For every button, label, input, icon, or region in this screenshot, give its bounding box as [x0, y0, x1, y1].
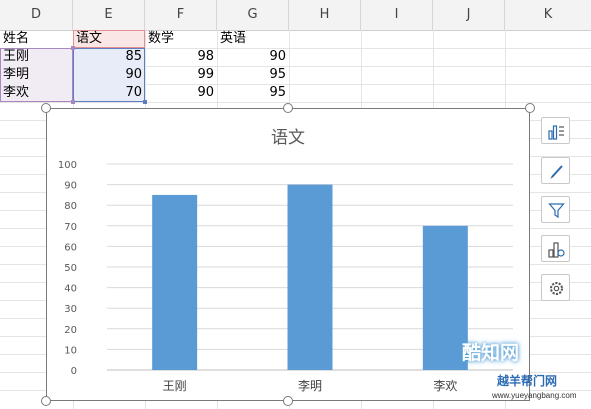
- chart-plot[interactable]: 0 10 20 30 40 50 60 70 80 90 100 王刚 李明 李欢: [47, 109, 529, 400]
- cell-e3[interactable]: 90: [73, 66, 145, 84]
- watermark-brand: 酷知网: [462, 342, 520, 364]
- cell-f2[interactable]: 98: [145, 48, 217, 66]
- chart-settings-button[interactable]: [541, 274, 570, 301]
- y-tick-label: 0: [71, 366, 77, 377]
- y-tick-label: 100: [58, 160, 77, 171]
- chart-style-button[interactable]: [541, 157, 570, 184]
- y-tick-label: 70: [64, 222, 77, 233]
- cell-e1[interactable]: 语文: [73, 30, 145, 48]
- y-tick-label: 30: [64, 304, 77, 315]
- cell-e2[interactable]: 85: [73, 48, 145, 66]
- cell-d3[interactable]: 李明: [0, 66, 73, 84]
- cell-g3[interactable]: 95: [217, 66, 289, 84]
- y-tick-label: 80: [64, 201, 77, 212]
- y-tick-label: 50: [64, 263, 77, 274]
- cell-g1[interactable]: 英语: [217, 30, 289, 48]
- chart-elements-icon: [548, 125, 564, 140]
- cell-d1[interactable]: 姓名: [0, 30, 73, 48]
- x-tick-label: 李欢: [433, 378, 457, 393]
- cell-e4[interactable]: 70: [73, 84, 145, 102]
- y-tick-label: 10: [64, 345, 77, 356]
- column-header-j[interactable]: J: [433, 0, 505, 30]
- column-header-h[interactable]: H: [289, 0, 361, 30]
- bar-1[interactable]: [152, 194, 198, 370]
- resize-handle-top[interactable]: [283, 103, 293, 113]
- bar-2[interactable]: [287, 184, 333, 370]
- column-header-k[interactable]: K: [505, 0, 591, 30]
- x-tick-label: 李明: [298, 378, 322, 393]
- chart-elements-button[interactable]: [541, 117, 570, 144]
- column-header-i[interactable]: I: [361, 0, 433, 30]
- watermark-url: www.yueyangbang.com: [492, 391, 577, 400]
- cell-d4[interactable]: 李欢: [0, 84, 73, 102]
- watermark-slogan: 越羊帮门网: [497, 374, 558, 388]
- cell-f4[interactable]: 90: [145, 84, 217, 102]
- resize-handle-bottom-left[interactable]: [41, 396, 51, 406]
- column-header-d[interactable]: D: [0, 0, 73, 30]
- resize-handle-top-left[interactable]: [41, 103, 51, 113]
- column-header-f[interactable]: F: [145, 0, 217, 30]
- resize-handle-top-right[interactable]: [525, 103, 535, 113]
- bar-chart[interactable]: 语文 0 10 20 30 40 50 60 70 80 90 100 王刚 李明 李欢: [46, 108, 530, 401]
- cell-g2[interactable]: 90: [217, 48, 289, 66]
- cell-f3[interactable]: 99: [145, 66, 217, 84]
- cell-g4[interactable]: 95: [217, 84, 289, 102]
- chart-settings-icon: [550, 282, 563, 295]
- chart-filter-button[interactable]: [541, 196, 570, 223]
- cell-f1[interactable]: 数学: [145, 30, 217, 48]
- y-tick-label: 60: [64, 242, 77, 253]
- column-header-bar: D E F G H I J K: [0, 0, 591, 31]
- x-tick-label: 王刚: [163, 379, 187, 393]
- chart-type-icon: [548, 242, 565, 258]
- y-tick-label: 20: [64, 325, 77, 336]
- cell-d2[interactable]: 王刚: [0, 48, 73, 66]
- column-header-g[interactable]: G: [217, 0, 289, 30]
- resize-handle-bottom[interactable]: [283, 396, 293, 406]
- chart-type-button[interactable]: [541, 235, 570, 262]
- chart-style-icon: [550, 165, 563, 179]
- column-header-e[interactable]: E: [73, 0, 145, 30]
- y-tick-label: 90: [64, 181, 77, 192]
- chart-filter-icon: [548, 203, 565, 219]
- y-tick-label: 40: [64, 284, 77, 295]
